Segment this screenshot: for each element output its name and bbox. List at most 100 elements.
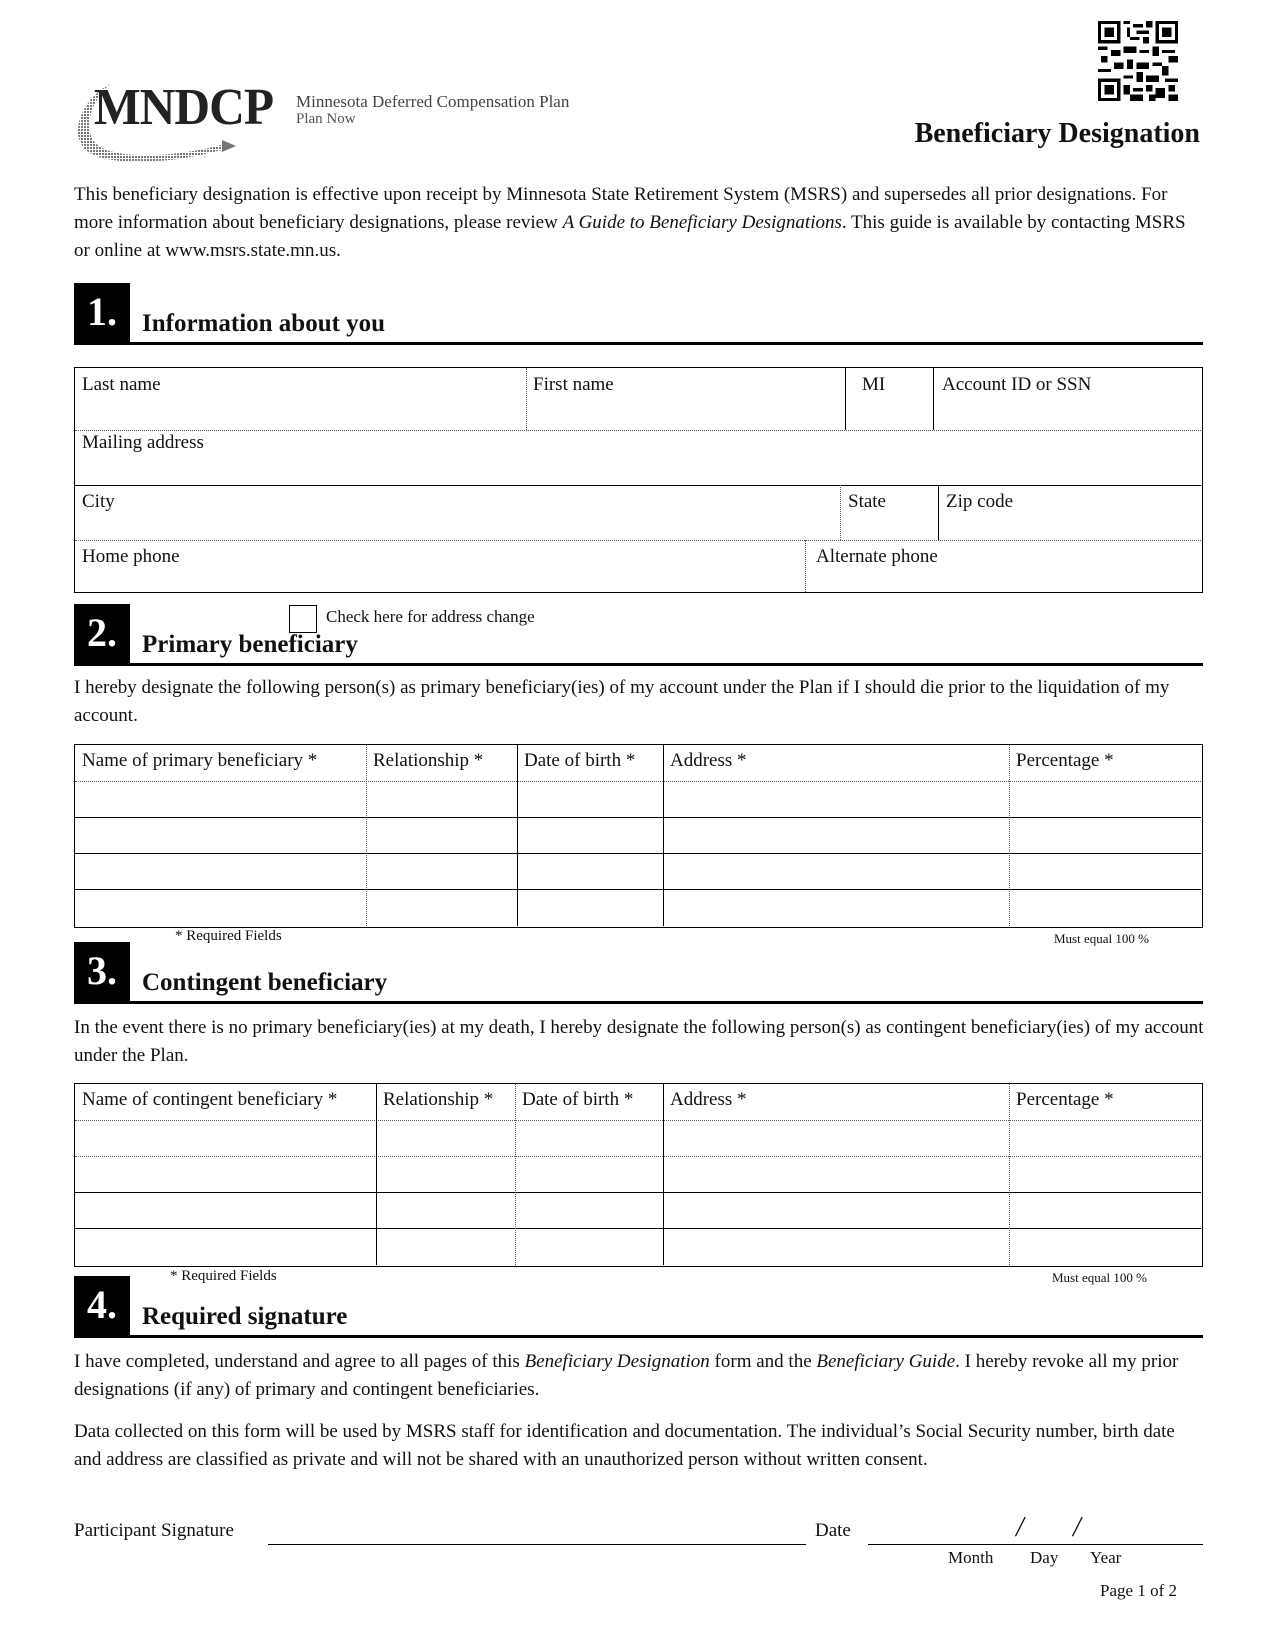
table-cell-input[interactable] (75, 817, 366, 853)
table-cell-input[interactable] (75, 1228, 376, 1264)
section-4-header: 4. Required signature (74, 1276, 1203, 1338)
table-cell-input[interactable] (663, 1228, 1009, 1264)
date-separator: / (1073, 1512, 1081, 1543)
table-cell-input[interactable] (1009, 853, 1201, 889)
section-number: 4. (74, 1276, 130, 1338)
account-id-field[interactable]: Account ID or SSN (935, 368, 1201, 430)
table-cell-input[interactable] (376, 1192, 515, 1228)
first-name-label: First name (533, 374, 614, 395)
table-cell-input[interactable] (1009, 1228, 1201, 1264)
table-row (75, 1120, 1201, 1156)
section-title: Required signature (142, 1303, 348, 1330)
day-label: Day (1030, 1548, 1059, 1567)
table-cell-input[interactable] (515, 1228, 663, 1264)
column-header: Percentage * (1016, 750, 1114, 771)
table-row (75, 1228, 1201, 1264)
table-cell-input[interactable] (366, 817, 517, 853)
table-cell-input[interactable] (663, 1156, 1009, 1192)
table-cell-input[interactable] (75, 1120, 376, 1156)
table-cell-input[interactable] (1009, 1192, 1201, 1228)
intro-paragraph: This beneficiary designation is effectiv… (74, 181, 1204, 265)
contingent-description: In the event there is no primary benefic… (74, 1017, 1204, 1066)
table-cell-input[interactable] (1009, 781, 1201, 817)
page-number: Page 1 of 2 (1100, 1581, 1177, 1600)
table-cell-input[interactable] (517, 853, 663, 889)
account-id-label: Account ID or SSN (942, 374, 1092, 395)
table-cell-input[interactable] (515, 1120, 663, 1156)
city-field[interactable]: City (75, 485, 840, 540)
table-cell-input[interactable] (75, 853, 366, 889)
zip-code-field[interactable]: Zip code (939, 485, 1201, 540)
home-phone-field[interactable]: Home phone (75, 540, 805, 592)
table-cell-input[interactable] (75, 1156, 376, 1192)
table-cell-input[interactable] (515, 1156, 663, 1192)
table-cell-input[interactable] (1009, 1156, 1201, 1192)
table-cell-input[interactable] (663, 1192, 1009, 1228)
section-title: Primary beneficiary (142, 631, 358, 658)
city-label: City (82, 491, 115, 512)
alternate-phone-field[interactable]: Alternate phone (806, 540, 1201, 592)
section-1-header: 1. Information about you (74, 283, 1203, 345)
contingent-beneficiary-table: Name of contingent beneficiary * Relation… (74, 1083, 1203, 1267)
guide-name: Beneficiary Guide (816, 1351, 956, 1372)
table-cell-input[interactable] (517, 781, 663, 817)
section-title: Information about you (142, 310, 386, 337)
table-cell-input[interactable] (376, 1228, 515, 1264)
section-2-header: 2. Primary beneficiary (74, 604, 1203, 666)
signature-line[interactable] (268, 1544, 806, 1545)
form-name: Beneficiary Designation (524, 1351, 710, 1372)
column-header: Date of birth * (524, 750, 636, 771)
column-header: Date of birth * (522, 1089, 634, 1110)
table-cell-input[interactable] (366, 889, 517, 925)
table-row (75, 817, 1201, 853)
table-cell-input[interactable] (517, 817, 663, 853)
table-cell-input[interactable] (515, 1192, 663, 1228)
table-cell-input[interactable] (376, 1120, 515, 1156)
date-line[interactable] (868, 1544, 1203, 1545)
mi-field[interactable]: MI (847, 368, 933, 430)
table-cell-input[interactable] (376, 1156, 515, 1192)
table-cell-input[interactable] (517, 889, 663, 925)
logo-tagline: Plan Now (296, 111, 356, 127)
table-cell-input[interactable] (663, 781, 1009, 817)
table-cell-input[interactable] (75, 781, 366, 817)
state-field[interactable]: State (841, 485, 938, 540)
first-name-field[interactable]: First name (526, 368, 845, 430)
personal-info-form: Last name First name MI Account ID or SS… (74, 367, 1203, 593)
state-label: State (848, 491, 886, 512)
last-name-label: Last name (82, 374, 161, 395)
column-header: Relationship * (373, 750, 484, 771)
mndcp-logo: MNDCP Minnesota Deferred Compensation Pl… (72, 72, 632, 172)
table-cell-input[interactable] (663, 889, 1009, 925)
table-cell-input[interactable] (663, 1120, 1009, 1156)
primary-beneficiary-table: Name of primary beneficiary * Relationshi… (74, 744, 1203, 928)
table-cell-input[interactable] (663, 853, 1009, 889)
mailing-address-label: Mailing address (82, 432, 204, 453)
table-cell-input[interactable] (1009, 817, 1201, 853)
column-header: Address * (670, 750, 747, 771)
table-cell-input[interactable] (663, 817, 1009, 853)
table-row (75, 781, 1201, 817)
table-cell-input[interactable] (75, 889, 366, 925)
section-number: 3. (74, 942, 130, 1004)
table-cell-input[interactable] (1009, 1120, 1201, 1156)
mailing-address-field[interactable]: Mailing address (75, 430, 1201, 485)
column-header: Address * (670, 1089, 747, 1110)
agreement-text-1: I have completed, understand and agree t… (74, 1351, 525, 1372)
table-row (75, 1156, 1201, 1192)
home-phone-label: Home phone (82, 546, 180, 567)
table-row (75, 1192, 1201, 1228)
date-separator: / (1016, 1512, 1024, 1543)
table-row (75, 853, 1201, 889)
section-number: 2. (74, 604, 130, 666)
table-cell-input[interactable] (366, 853, 517, 889)
table-cell-input[interactable] (1009, 889, 1201, 925)
column-header: Name of primary beneficiary * (82, 750, 318, 771)
logo-name: Minnesota Deferred Compensation Plan (296, 92, 570, 111)
table-cell-input[interactable] (366, 781, 517, 817)
alternate-phone-label: Alternate phone (816, 546, 938, 567)
table-cell-input[interactable] (75, 1192, 376, 1228)
section-title: Contingent beneficiary (142, 969, 388, 996)
last-name-field[interactable]: Last name (75, 368, 526, 430)
month-label: Month (948, 1548, 994, 1567)
